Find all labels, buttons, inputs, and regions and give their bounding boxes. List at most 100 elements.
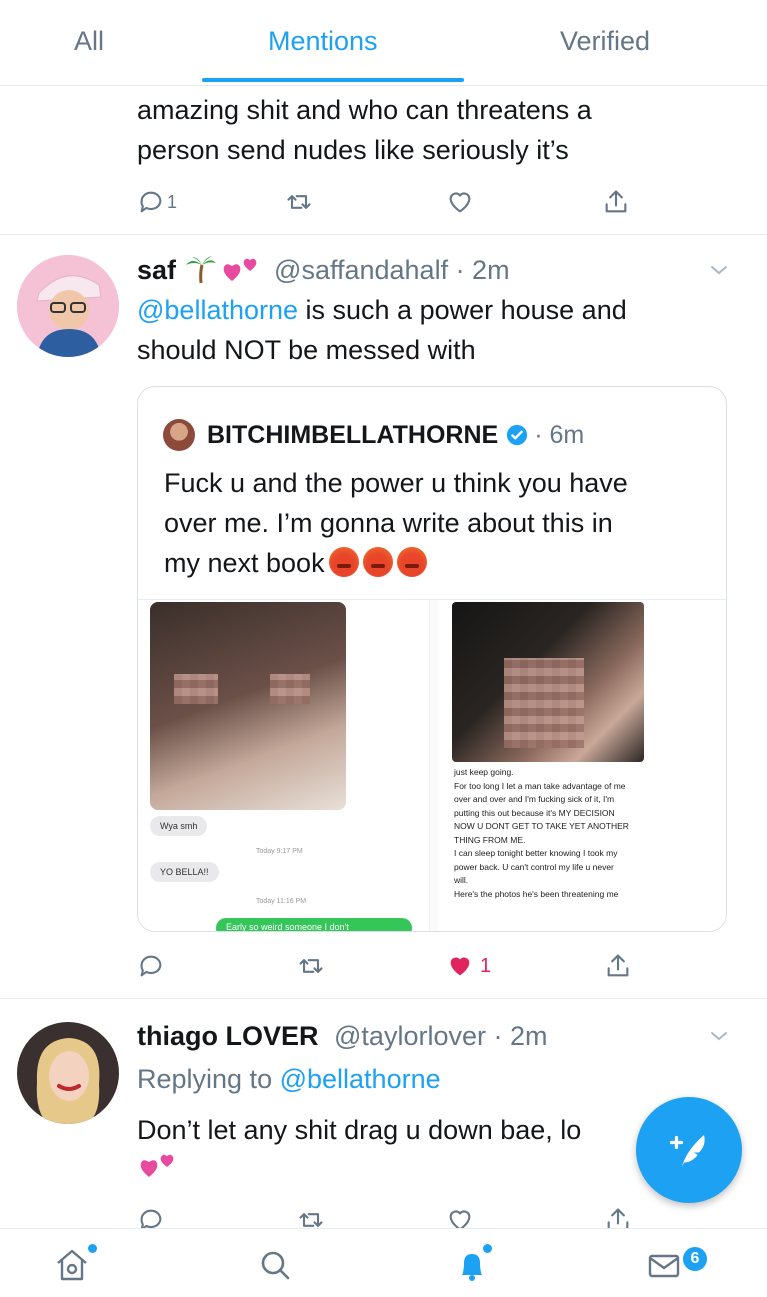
avatar-image	[17, 255, 119, 357]
tweet-text-line: should NOT be messed with	[137, 335, 476, 365]
timeline-tabs: All Mentions Verified	[0, 0, 767, 86]
reply-button[interactable]	[137, 946, 177, 986]
active-tab-indicator	[202, 78, 464, 82]
message-bubble: YO BELLA!!	[150, 862, 219, 882]
quoted-tweet-header: BITCHIMBELLATHORNE · 6m	[163, 417, 584, 453]
retweet-button[interactable]	[297, 1206, 337, 1228]
censor-blur	[504, 658, 584, 748]
notes-line: THING FROM ME.	[454, 834, 526, 845]
tab-mentions[interactable]: Mentions	[268, 26, 378, 57]
home-unread-dot	[88, 1244, 97, 1253]
tweet-text-line: amazing shit and who can threatens a	[137, 95, 592, 125]
chevron-down-icon[interactable]	[707, 258, 731, 282]
quoted-display-name: BITCHIMBELLATHORNE	[207, 420, 499, 449]
reply-button[interactable]	[137, 1206, 177, 1228]
notes-line: For too long I let a man take advantage …	[454, 780, 626, 791]
mention-link[interactable]: @bellathorne	[280, 1064, 441, 1094]
reply-icon	[140, 955, 162, 977]
avatar[interactable]	[17, 1022, 119, 1124]
retweet-button[interactable]	[297, 946, 337, 986]
tweet-text-line: @bellathorne is such a power house and	[137, 290, 627, 330]
quoted-text-line-3: my next book	[164, 548, 325, 578]
reply-icon	[140, 1209, 162, 1228]
replying-to-label: Replying to	[137, 1064, 280, 1094]
share-icon	[607, 954, 629, 977]
quoted-avatar	[163, 419, 195, 451]
angry-face-emoji	[362, 547, 393, 577]
tweet-header: thiago LOVER @taylorlover · 2m	[137, 1018, 547, 1054]
replying-to: Replying to @bellathorne	[137, 1059, 441, 1099]
notes-line: putting this out because it's MY DECISIO…	[454, 807, 615, 818]
quoted-text-line: Fuck u and the power u think you have	[164, 468, 628, 498]
heart-filled-icon	[450, 957, 470, 976]
search-icon[interactable]	[255, 1245, 295, 1285]
notes-line: NOW U DONT GET TO TAKE YET ANOTHER	[454, 821, 629, 831]
reply-button[interactable]: 1	[137, 182, 177, 222]
angry-face-emoji	[328, 547, 359, 577]
share-icon	[605, 190, 627, 213]
like-button[interactable]	[446, 182, 486, 222]
chevron-down-icon[interactable]	[707, 1024, 731, 1048]
verified-badge-icon	[507, 424, 528, 446]
messages-badge: 6	[681, 1245, 709, 1273]
photo-censored	[452, 602, 644, 762]
display-name[interactable]: thiago LOVER	[137, 1021, 319, 1051]
tab-verified[interactable]: Verified	[560, 26, 650, 57]
message-timestamp: Today 11:16 PM	[256, 898, 307, 905]
retweet-icon	[299, 959, 323, 973]
notes-line: power back. U can't control my life u ne…	[454, 861, 614, 872]
compose-tweet-button[interactable]	[636, 1097, 742, 1203]
media-screenshot-left: Wya smh Today 9:17 PM YO BELLA!! Today 1…	[138, 600, 430, 932]
two-hearts-icon	[140, 1154, 174, 1177]
heart-icon	[449, 192, 471, 213]
quoted-tweet[interactable]: BITCHIMBELLATHORNE · 6m Fuck u and the p…	[137, 386, 727, 932]
sent-message-text: Early so weird someone I don't	[226, 922, 349, 932]
share-button[interactable]	[604, 1206, 644, 1228]
mention-link[interactable]: @bellathorne	[137, 295, 298, 325]
reply-count: 1	[166, 191, 177, 212]
sent-message-bubble: Early so weird someone I don't	[216, 918, 412, 932]
notes-line: will.	[454, 875, 469, 885]
heart-icon	[449, 1210, 471, 1228]
tweet-divider	[0, 234, 767, 235]
media-screenshot-right: just keep going. For too long I let a ma…	[438, 600, 726, 931]
like-button-liked[interactable]: 1	[446, 946, 506, 986]
tweet-text: Don’t let any shit drag u down bae, lo	[137, 1115, 582, 1145]
handle-and-time: @taylorlover · 2m	[334, 1021, 548, 1051]
compose-feather-icon	[669, 1135, 705, 1168]
messages-envelope-icon[interactable]	[644, 1245, 684, 1285]
like-count: 1	[480, 954, 492, 977]
quoted-time: · 6m	[534, 420, 585, 449]
tweet-text-line: person send nudes like seriously it’s	[137, 135, 569, 165]
handle-and-time: @saffandahalf · 2m	[274, 255, 510, 285]
censor-blur	[270, 674, 310, 704]
retweet-icon	[299, 1213, 323, 1227]
angry-face-emoji	[396, 547, 427, 577]
notes-line: I can sleep tonight better knowing I too…	[454, 848, 618, 858]
avatar[interactable]	[17, 255, 119, 357]
quoted-text: Fuck u and the power u think you have ov…	[164, 463, 704, 583]
home-icon[interactable]	[52, 1245, 92, 1285]
tweet-text: is such a power house and	[298, 295, 627, 325]
retweet-icon	[287, 195, 311, 209]
message-timestamp: Today 9:17 PM	[256, 848, 303, 855]
share-button[interactable]	[602, 182, 642, 222]
avatar-image	[17, 1022, 119, 1124]
notes-line: Here's the photos he's been threatening …	[454, 888, 619, 899]
palm-tree-icon	[186, 256, 217, 284]
bottom-navigation	[0, 1228, 767, 1297]
tab-all[interactable]: All	[74, 26, 104, 57]
like-button[interactable]	[446, 1206, 486, 1228]
tweet-header: saf @saffandahalf · 2m	[137, 252, 510, 288]
share-icon	[607, 1208, 629, 1228]
retweet-button[interactable]	[285, 182, 325, 222]
quoted-media[interactable]: Wya smh Today 9:17 PM YO BELLA!! Today 1…	[138, 599, 726, 932]
share-button[interactable]	[604, 946, 644, 986]
quoted-text-line: over me. I’m gonna write about this in	[164, 508, 613, 538]
notes-text: just keep going. For too long I let a ma…	[454, 766, 724, 901]
message-bubble: Wya smh	[150, 816, 208, 836]
quoted-text-line: my next book	[164, 543, 704, 583]
censor-blur	[174, 674, 218, 704]
display-name[interactable]: saf	[137, 252, 176, 288]
two-hearts-icon	[223, 258, 257, 281]
